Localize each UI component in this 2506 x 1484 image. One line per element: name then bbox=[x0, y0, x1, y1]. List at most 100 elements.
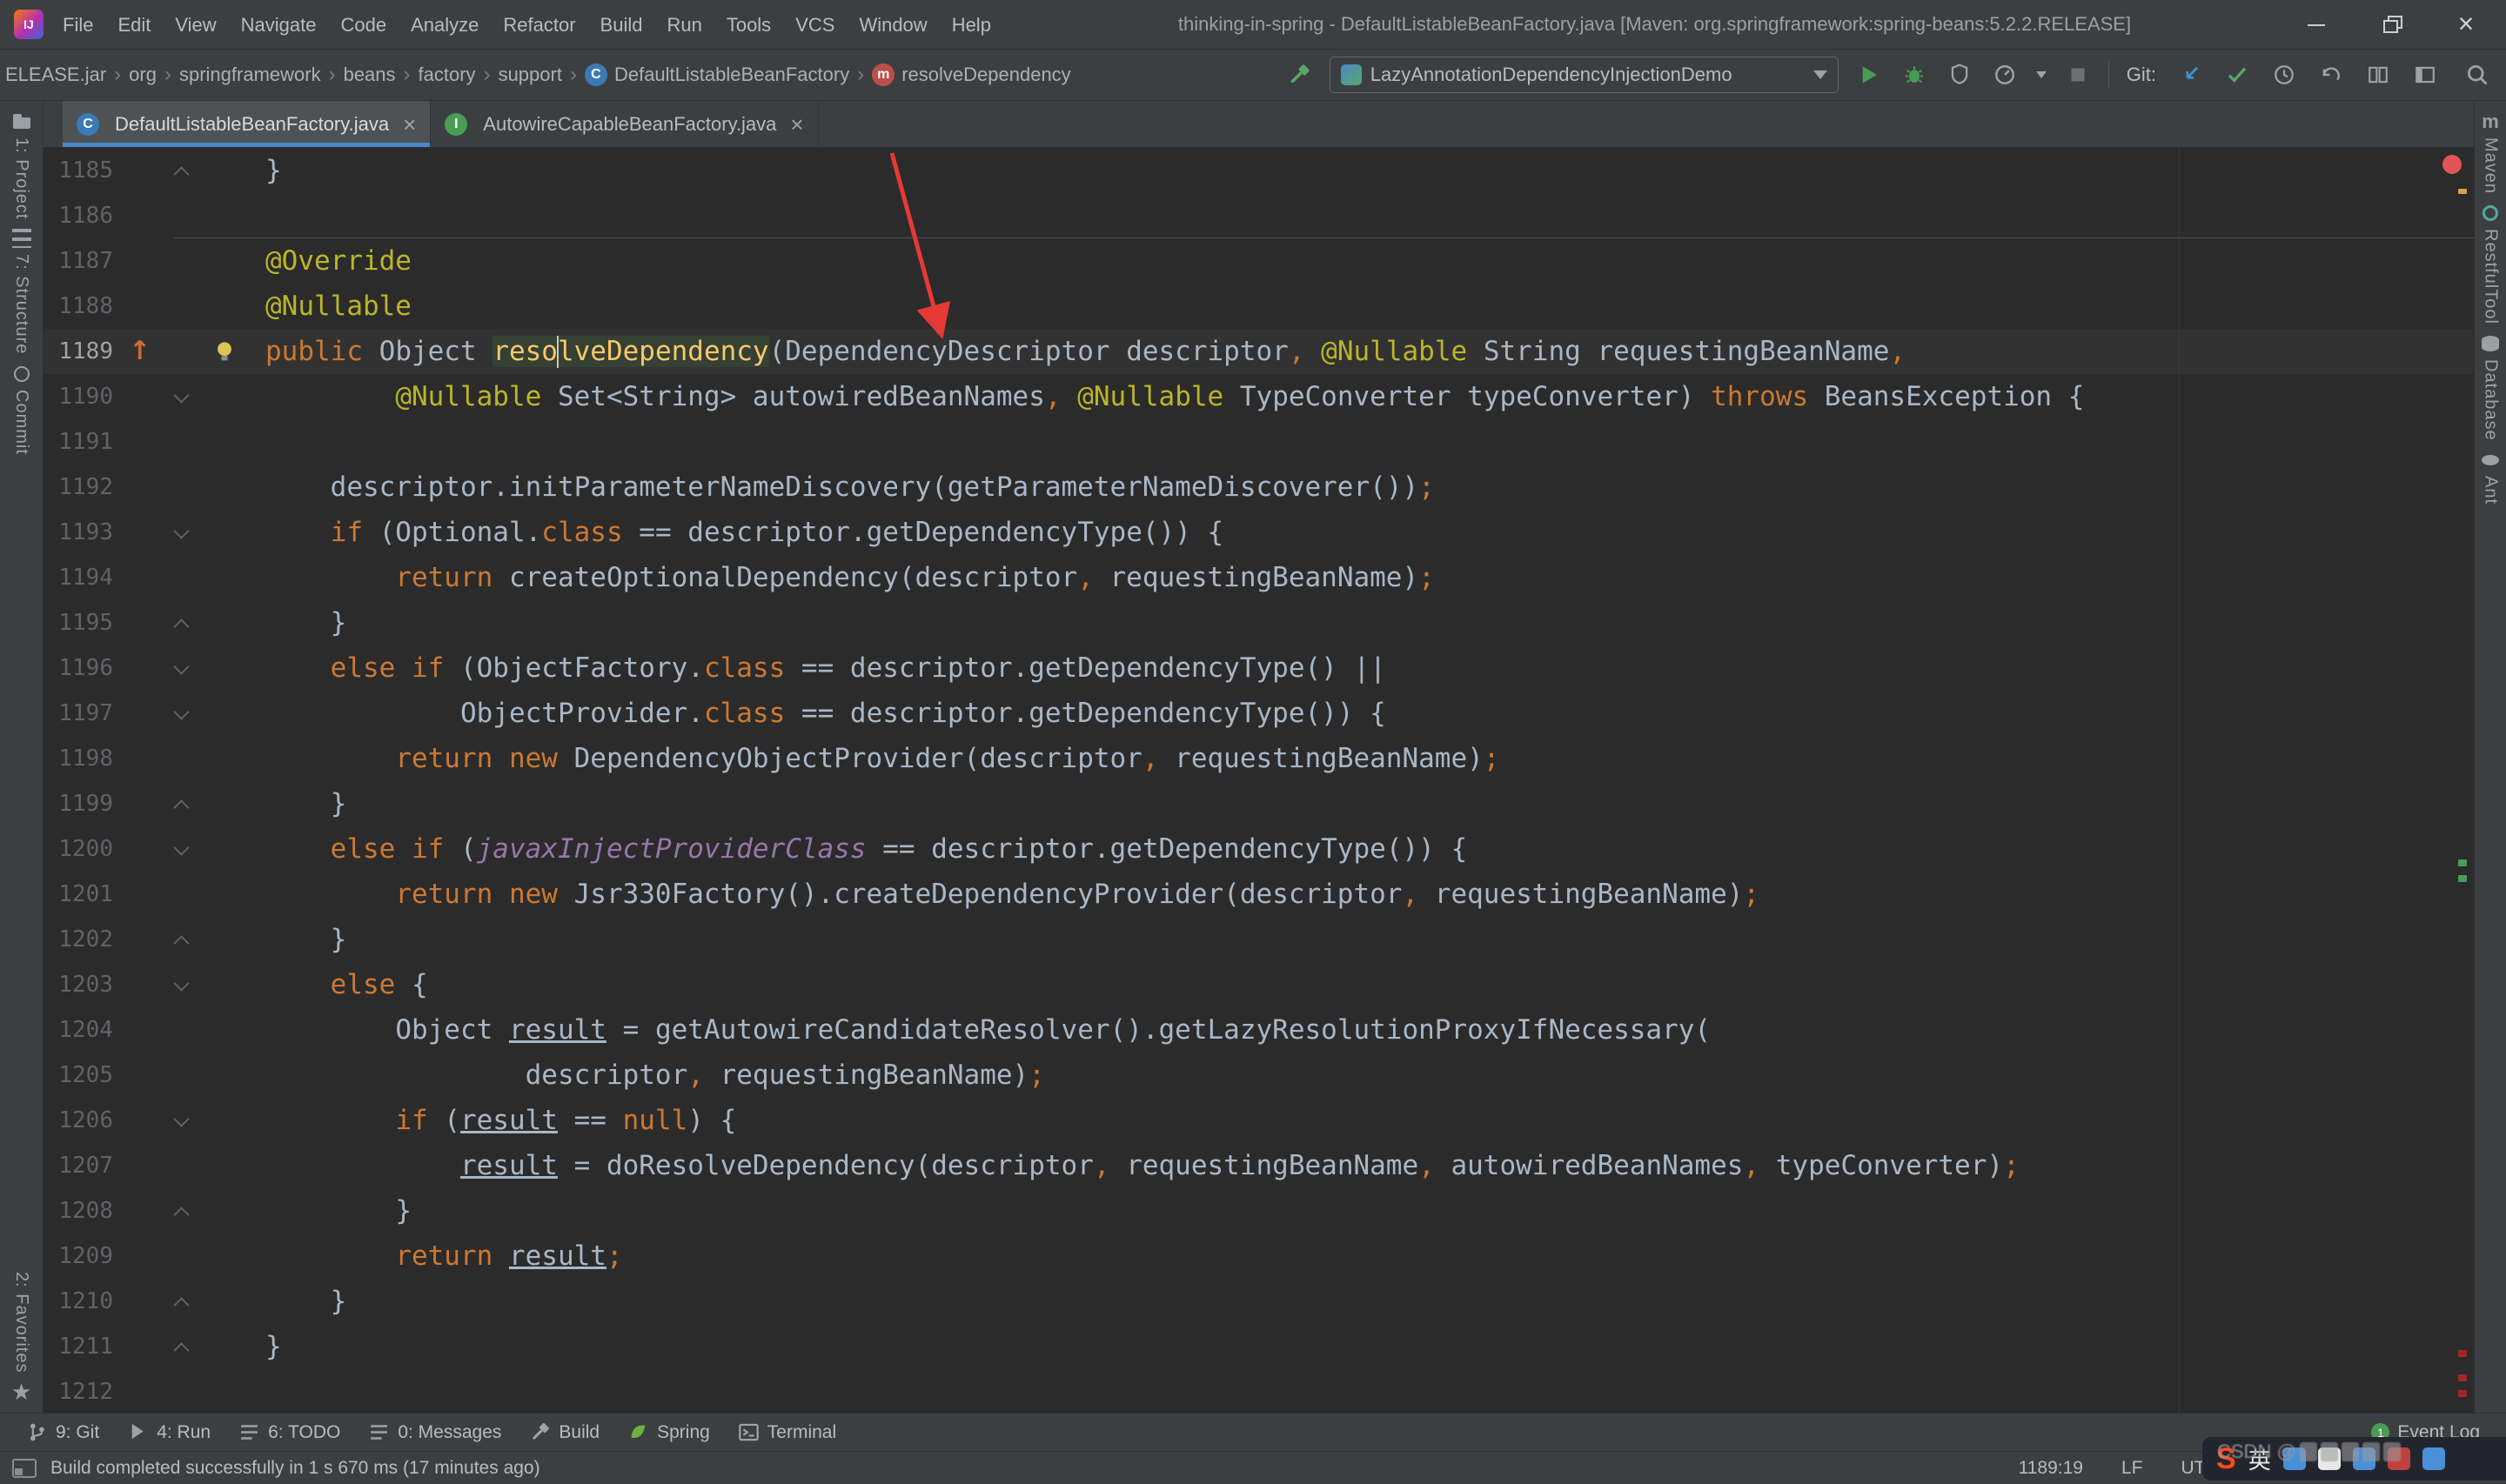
code-line-1188[interactable]: 1188 @Nullable bbox=[44, 284, 2474, 329]
code-text[interactable]: @Override bbox=[265, 238, 2474, 284]
menu-navigate[interactable]: Navigate bbox=[229, 0, 329, 50]
menu-code[interactable]: Code bbox=[329, 0, 399, 50]
intention-bulb-icon[interactable] bbox=[212, 338, 237, 363]
gutter[interactable]: 1189 ↑ bbox=[44, 329, 265, 374]
minimize-icon[interactable] bbox=[2306, 14, 2327, 35]
code-line-1191[interactable]: 1191 bbox=[44, 419, 2474, 465]
breadcrumb-item-beans[interactable]: beans bbox=[342, 62, 398, 88]
code-text[interactable]: @Nullable Set<String> autowiredBeanNames… bbox=[265, 374, 2474, 419]
fold-marker-icon[interactable] bbox=[173, 1342, 190, 1359]
menu-file[interactable]: File bbox=[50, 0, 105, 50]
fold-marker-icon[interactable] bbox=[173, 935, 190, 952]
menu-edit[interactable]: Edit bbox=[105, 0, 163, 50]
tab-autowirecapablebeanfactory-java[interactable]: I AutowireCapableBeanFactory.java × bbox=[431, 101, 819, 147]
code-line-1189[interactable]: 1189 ↑ public Object resolveDependency(Dep… bbox=[44, 329, 2474, 374]
code-line-1201[interactable]: 1201 return new Jsr330Factory().createDe… bbox=[44, 872, 2474, 917]
gutter[interactable]: 1198 bbox=[44, 736, 265, 781]
error-indicator-icon[interactable] bbox=[2442, 155, 2462, 174]
toolwindow-9-git[interactable]: 9: Git bbox=[12, 1414, 113, 1451]
search-icon[interactable] bbox=[2461, 58, 2494, 91]
fold-marker-icon[interactable] bbox=[173, 799, 190, 816]
gutter[interactable]: 1188 bbox=[44, 284, 265, 329]
stripe-ant[interactable]: Ant bbox=[2480, 450, 2501, 505]
build-button[interactable] bbox=[1283, 58, 1316, 91]
toolwindow-build[interactable]: Build bbox=[515, 1414, 613, 1451]
code-line-1185[interactable]: 1185} bbox=[44, 148, 2474, 193]
menu-build[interactable]: Build bbox=[588, 0, 655, 50]
breadcrumb-item-factory[interactable]: factory bbox=[417, 62, 478, 88]
code-line-1207[interactable]: 1207 result = doResolveDependency(descri… bbox=[44, 1143, 2474, 1188]
code-line-1192[interactable]: 1192 descriptor.initParameterNameDiscove… bbox=[44, 465, 2474, 510]
code-text[interactable] bbox=[265, 193, 2474, 238]
breadcrumb-item-support[interactable]: support bbox=[497, 62, 564, 88]
run-config-select[interactable]: LazyAnnotationDependencyInjectionDemo bbox=[1329, 57, 1839, 93]
gutter[interactable]: 1194 bbox=[44, 555, 265, 600]
gutter[interactable]: 1203 bbox=[44, 962, 265, 1007]
code-text[interactable]: else { bbox=[265, 962, 2474, 1007]
fold-marker-icon[interactable] bbox=[173, 839, 190, 856]
code-line-1187[interactable]: 1187 @Override bbox=[44, 237, 2474, 284]
stripe-maven[interactable]: m Maven bbox=[2480, 111, 2501, 195]
gutter[interactable]: 1185 bbox=[44, 148, 265, 193]
gutter[interactable]: 1209 bbox=[44, 1233, 265, 1279]
override-marker-icon[interactable]: ↑ bbox=[129, 329, 151, 374]
commit-button[interactable] bbox=[2221, 58, 2254, 91]
editor[interactable]: 1185} 1186 1187 @Override 1188 @Nullable 1189 ↑… bbox=[44, 148, 2474, 1413]
code-text[interactable] bbox=[265, 419, 2474, 465]
line-separator[interactable]: LF bbox=[2121, 1458, 2143, 1479]
code-text[interactable]: return new Jsr330Factory().createDepende… bbox=[265, 872, 2474, 917]
code-line-1202[interactable]: 1202 } bbox=[44, 917, 2474, 962]
code-line-1195[interactable]: 1195 } bbox=[44, 600, 2474, 645]
gutter[interactable]: 1193 bbox=[44, 510, 265, 555]
code-text[interactable]: descriptor, requestingBeanName); bbox=[265, 1053, 2474, 1098]
gutter[interactable]: 1187 bbox=[44, 238, 265, 284]
stripe-database[interactable]: Database bbox=[2480, 333, 2501, 441]
code-text[interactable]: } bbox=[265, 600, 2474, 645]
stripe-1-project[interactable]: 1: Project bbox=[11, 111, 32, 219]
fold-marker-icon[interactable] bbox=[173, 704, 190, 720]
toolwindow-4-run[interactable]: 4: Run bbox=[113, 1414, 224, 1451]
gutter[interactable]: 1195 bbox=[44, 600, 265, 645]
breadcrumb-method[interactable]: m resolveDependency bbox=[870, 62, 1072, 88]
code-line-1196[interactable]: 1196 else if (ObjectFactory.class == des… bbox=[44, 645, 2474, 691]
code-text[interactable]: } bbox=[265, 1324, 2474, 1369]
code-line-1204[interactable]: 1204 Object result = getAutowireCandidat… bbox=[44, 1007, 2474, 1053]
breadcrumb-item-org[interactable]: org bbox=[127, 62, 158, 88]
gutter[interactable]: 1191 bbox=[44, 419, 265, 465]
gutter[interactable]: 1201 bbox=[44, 872, 265, 917]
stop-button[interactable] bbox=[2061, 58, 2094, 91]
gutter[interactable]: 1208 bbox=[44, 1188, 265, 1233]
menu-view[interactable]: View bbox=[163, 0, 228, 50]
code-line-1208[interactable]: 1208 } bbox=[44, 1188, 2474, 1233]
gutter[interactable]: 1206 bbox=[44, 1098, 265, 1143]
code-text[interactable]: result = doResolveDependency(descriptor,… bbox=[265, 1143, 2474, 1188]
tab-defaultlistablebeanfactory-java[interactable]: C DefaultListableBeanFactory.java × bbox=[63, 101, 432, 147]
run-button[interactable] bbox=[1853, 58, 1886, 91]
menu-refactor[interactable]: Refactor bbox=[491, 0, 587, 50]
code-line-1212[interactable]: 1212 bbox=[44, 1369, 2474, 1413]
code-text[interactable]: public Object resolveDependency(Dependen… bbox=[265, 329, 2474, 374]
toolwindow-spring[interactable]: Spring bbox=[613, 1414, 724, 1451]
menu-help[interactable]: Help bbox=[940, 0, 1003, 50]
code-line-1209[interactable]: 1209 return result; bbox=[44, 1233, 2474, 1279]
breadcrumb-item-springframework[interactable]: springframework bbox=[178, 62, 323, 88]
toolwindow-6-todo[interactable]: 6: TODO bbox=[224, 1414, 354, 1451]
menu-window[interactable]: Window bbox=[847, 0, 939, 50]
close-icon[interactable]: × bbox=[790, 113, 803, 136]
toolwindow-terminal[interactable]: Terminal bbox=[724, 1414, 850, 1451]
code-line-1200[interactable]: 1200 else if (javaxInjectProviderClass =… bbox=[44, 826, 2474, 872]
gutter[interactable]: 1204 bbox=[44, 1007, 265, 1053]
gutter[interactable]: 1199 bbox=[44, 781, 265, 826]
code-line-1190[interactable]: 1190 @Nullable Set<String> autowiredBean… bbox=[44, 374, 2474, 419]
fold-marker-icon[interactable] bbox=[173, 658, 190, 675]
compare-button[interactable] bbox=[2362, 58, 2395, 91]
fold-marker-icon[interactable] bbox=[173, 1111, 190, 1127]
code-line-1206[interactable]: 1206 if (result == null) { bbox=[44, 1098, 2474, 1143]
ime-icon[interactable] bbox=[2422, 1447, 2445, 1470]
code-text[interactable]: else if (javaxInjectProviderClass == des… bbox=[265, 826, 2474, 872]
fold-marker-icon[interactable] bbox=[173, 618, 190, 635]
code-text[interactable]: if (Optional.class == descriptor.getDepe… bbox=[265, 510, 2474, 555]
caret-position[interactable]: 1189:19 bbox=[2019, 1458, 2083, 1479]
code-text[interactable]: return createOptionalDependency(descript… bbox=[265, 555, 2474, 600]
menu-vcs[interactable]: VCS bbox=[783, 0, 847, 50]
